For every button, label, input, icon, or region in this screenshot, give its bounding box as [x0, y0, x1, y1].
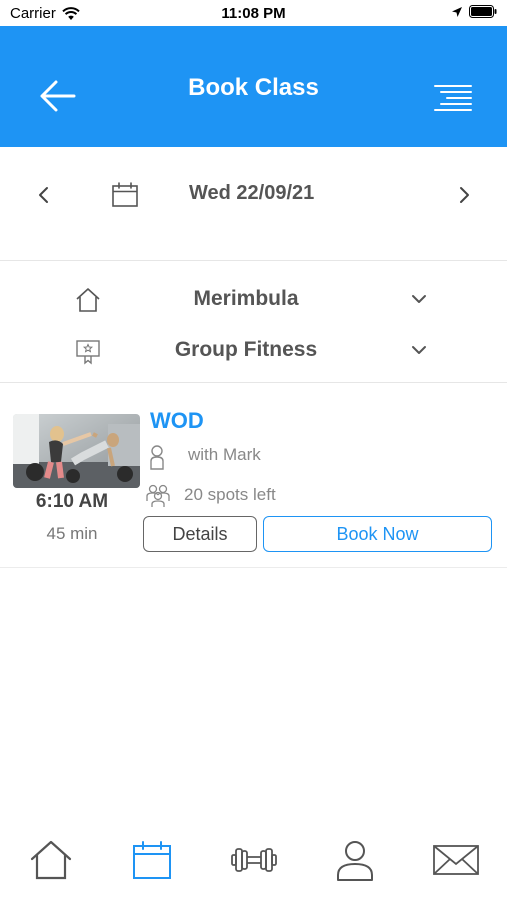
- chevron-down-icon: [408, 291, 430, 307]
- battery-icon: [469, 5, 497, 18]
- home-outline-icon: [74, 286, 102, 314]
- status-bar: Carrier 11:08 PM: [0, 0, 507, 26]
- instructor-label: with Mark: [188, 445, 261, 464]
- class-time: 6:10 AM: [35, 491, 109, 512]
- class-duration: 45 min: [46, 524, 98, 543]
- group-icon: [145, 482, 171, 508]
- tab-home[interactable]: [27, 836, 75, 884]
- class-name[interactable]: WOD: [150, 408, 204, 434]
- tab-profile[interactable]: [331, 836, 379, 884]
- chevron-left-icon: [39, 187, 48, 203]
- chevron-down-icon: [408, 342, 430, 358]
- previous-day-button[interactable]: [32, 183, 56, 207]
- tab-messages[interactable]: [432, 836, 480, 884]
- mail-icon: [433, 845, 479, 875]
- menu-lines-icon: [434, 85, 472, 111]
- location-arrow-icon: [452, 6, 462, 17]
- person-icon: [147, 444, 167, 470]
- date-navigator: Wed 22/09/21: [0, 147, 507, 261]
- category-label: Group Fitness: [174, 338, 318, 361]
- selected-date[interactable]: Wed 22/09/21: [189, 182, 314, 205]
- certificate-icon: [74, 337, 102, 365]
- calendar-icon[interactable]: [111, 181, 139, 209]
- chevron-right-icon: [460, 187, 469, 203]
- class-filters: Merimbula Group Fitness: [0, 262, 507, 383]
- tab-workouts[interactable]: [230, 836, 278, 884]
- category-filter[interactable]: Group Fitness: [0, 330, 507, 370]
- status-right: [451, 5, 497, 18]
- book-now-button[interactable]: Book Now: [263, 516, 492, 552]
- location-label: Merimbula: [193, 287, 299, 310]
- bottom-tab-bar: [0, 818, 507, 900]
- home-icon: [30, 840, 72, 880]
- page-title: Book Class: [188, 74, 319, 101]
- app-header: Book Class: [0, 26, 507, 147]
- spots-left-label: 20 spots left: [184, 485, 276, 504]
- menu-button[interactable]: [433, 78, 473, 114]
- class-card: 6:10 AM 45 min WOD with Mark 20 spots le…: [0, 384, 507, 568]
- calendar-icon: [133, 841, 171, 879]
- next-day-button[interactable]: [452, 183, 476, 207]
- status-time: 11:08 PM: [221, 5, 286, 22]
- profile-icon: [337, 841, 373, 881]
- location-filter[interactable]: Merimbula: [0, 279, 507, 319]
- dumbbell-icon: [231, 848, 277, 872]
- details-button[interactable]: Details: [143, 516, 257, 552]
- class-photo: [13, 414, 140, 488]
- tab-book-class[interactable]: [128, 836, 176, 884]
